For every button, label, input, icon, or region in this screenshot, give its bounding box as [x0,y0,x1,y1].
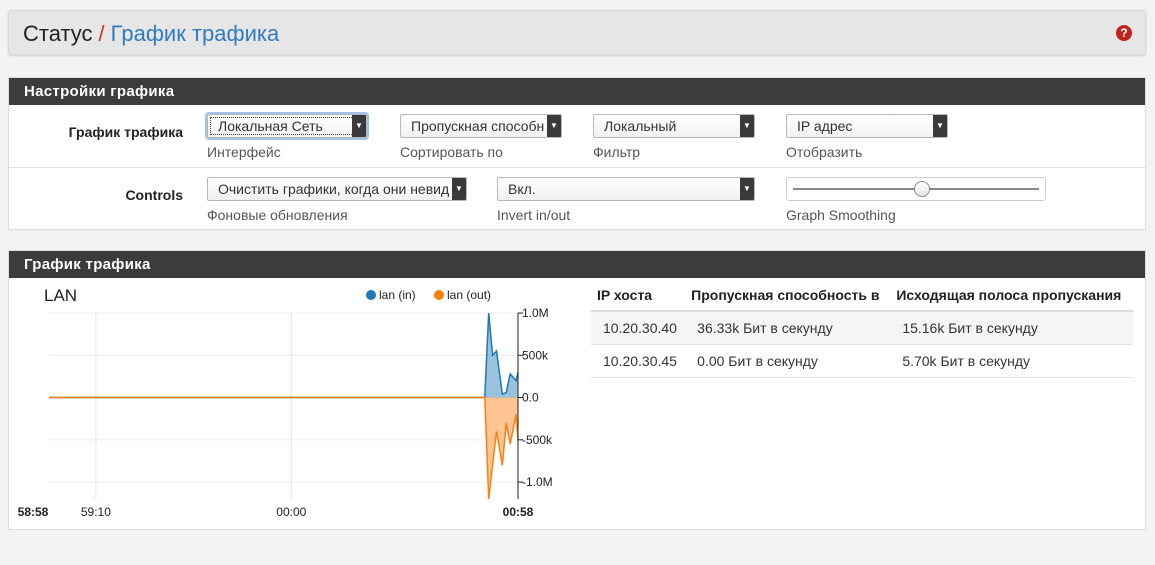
sort-field: Пропускная способн ▼ Сортировать по [400,114,562,160]
interface-select[interactable]: Локальная Сеть ▼ [207,114,367,138]
chevron-down-icon: ▼ [933,115,947,137]
invert-select[interactable]: Вкл. ▼ [497,177,755,201]
chevron-down-icon: ▼ [740,178,754,200]
legend-swatch-in [366,290,376,300]
settings-row-traffic: График трафика Локальная Сеть ▼ Интерфей… [9,106,1145,168]
background-updates-value: Очистить графики, когда они невид [218,181,450,197]
help-icon[interactable]: ? [1116,25,1132,41]
interface-select-value: Локальная Сеть [218,118,323,134]
series-line-out [49,396,519,500]
settings-panel: Настройки графика График трафика Локальн… [8,77,1146,230]
breadcrumb-separator: / [98,21,105,46]
background-field: Очистить графики, когда они невид ▼ Фоно… [207,177,467,223]
filter-select[interactable]: Локальный ▼ [593,114,755,138]
table-row: 10.20.30.40 36.33k Бит в секунду 15.16k … [591,311,1133,345]
filter-caption: Фильтр [593,144,641,160]
graph-panel-title: График трафика [9,251,1145,278]
settings-panel-title: Настройки графика [9,78,1145,105]
chevron-down-icon: ▼ [352,115,366,137]
x-tick-label: 58:58 [18,505,49,519]
invert-field: Вкл. ▼ Invert in/out [497,177,755,223]
breadcrumb-current[interactable]: График трафика [111,21,280,46]
x-tick-label: 59:10 [81,505,111,519]
smoothing-field: Graph Smoothing [786,177,1046,223]
page-header: Статус / График трафика ? [8,10,1146,55]
chevron-down-icon: ▼ [547,115,561,137]
host-ip: 10.20.30.45 [591,344,686,378]
hosts-table: IP хоста Пропускная способность в Исходя… [591,279,1133,378]
host-out: 5.70k Бит в секунду [890,344,1133,378]
display-select-value: IP адрес [797,118,853,134]
interface-field: Локальная Сеть ▼ Интерфейс [207,114,367,160]
y-tick-label: 0.0 [522,391,539,405]
host-in: 0.00 Бит в секунду [685,344,891,378]
hosts-table-wrap: IP хоста Пропускная способность в Исходя… [591,279,1133,378]
series-area-out [49,397,518,499]
x-tick-label: 00:00 [276,505,306,519]
host-ip: 10.20.30.40 [591,311,686,345]
settings-row-controls: Controls Очистить графики, когда они нев… [9,169,1145,231]
display-field: IP адрес ▼ Отобразить [786,114,948,160]
controls-label: Controls [125,187,183,203]
column-header-ip[interactable]: IP хоста [591,279,686,312]
invert-select-value: Вкл. [508,181,536,197]
legend-swatch-out [434,290,444,300]
background-updates-caption: Фоновые обновления [207,207,348,223]
sort-select[interactable]: Пропускная способн ▼ [400,114,562,138]
invert-caption: Invert in/out [497,207,571,223]
traffic-graph-label: График трафика [68,124,183,140]
y-tick-label: 500k [522,348,549,362]
filter-field: Локальный ▼ Фильтр [593,114,755,160]
display-caption: Отобразить [786,144,863,160]
y-tick-label: -1.0M [522,475,553,489]
hosts-table-header: IP хоста Пропускная способность в Исходя… [591,279,1133,312]
legend-label: lan (in) [379,288,416,302]
background-updates-select[interactable]: Очистить графики, когда они невид ▼ [207,177,467,201]
sort-caption: Сортировать по [400,144,503,160]
chevron-down-icon: ▼ [740,115,754,137]
filter-select-value: Локальный [604,118,677,134]
chevron-down-icon: ▼ [452,178,466,200]
host-in: 36.33k Бит в секунду [685,311,891,345]
chart-title: LAN [44,286,77,305]
interface-caption: Интерфейс [207,144,281,160]
host-out: 15.16k Бит в секунду [890,311,1133,345]
y-tick-label: 1.0M [522,306,549,320]
column-header-in[interactable]: Пропускная способность в [685,279,891,312]
table-row: 10.20.30.45 0.00 Бит в секунду 5.70k Бит… [591,344,1133,378]
breadcrumb: Статус / График трафика [23,21,279,47]
column-header-out[interactable]: Исходящая полоса пропускания [890,279,1133,312]
traffic-chart: 1.0M 500k 0.0 -500k -1.0M 58:58 59:10 00:00 00:5… [18,286,553,519]
y-tick-label: -500k [522,433,553,447]
smoothing-slider[interactable] [786,177,1046,201]
breadcrumb-root[interactable]: Статус [23,21,93,46]
display-select[interactable]: IP адрес ▼ [786,114,948,138]
legend-label: lan (out) [447,288,491,302]
smoothing-caption: Graph Smoothing [786,207,896,223]
x-tick-label: 00:58 [503,505,534,519]
graph-panel: График трафика 1.0M 500k 0.0 -500k -1.0M 58:5… [8,250,1146,530]
slider-thumb[interactable] [913,181,930,197]
sort-select-value: Пропускная способн [411,118,545,134]
